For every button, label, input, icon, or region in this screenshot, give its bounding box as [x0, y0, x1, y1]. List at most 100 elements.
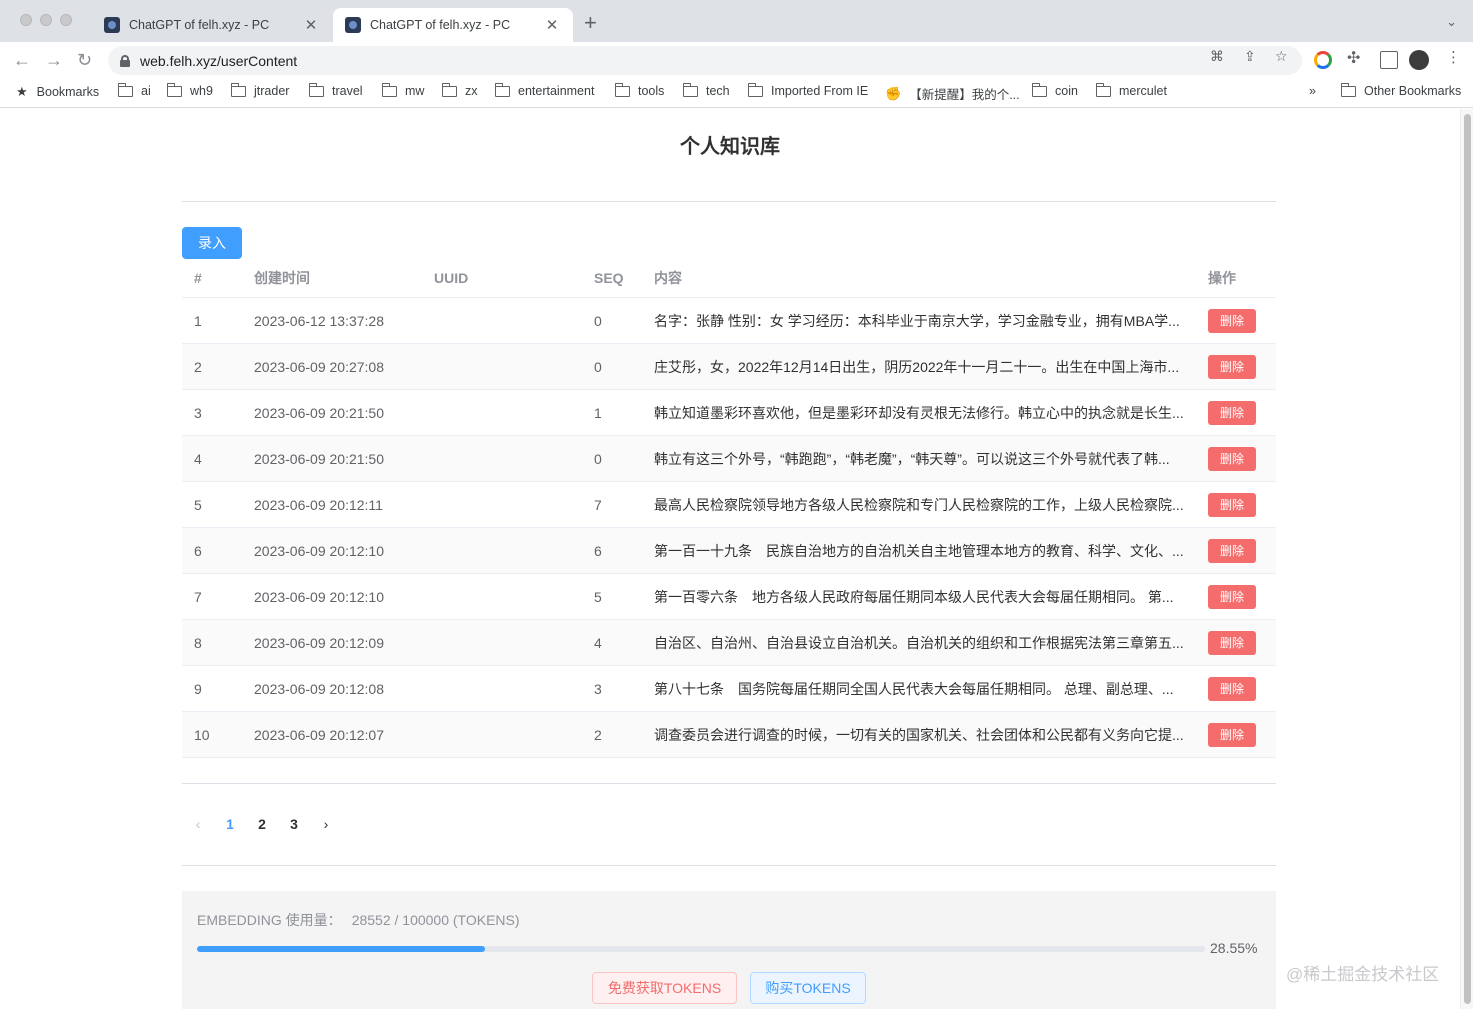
delete-button[interactable]: 删除: [1208, 538, 1256, 563]
page-number-2[interactable]: 2: [246, 816, 278, 832]
next-page-chevron-icon[interactable]: ›: [310, 816, 342, 832]
more-bookmarks-chevron[interactable]: »: [1309, 84, 1316, 98]
delete-button[interactable]: 删除: [1208, 584, 1256, 609]
page-number-1[interactable]: 1: [214, 816, 246, 832]
bookmark-label: Bookmarks: [36, 85, 100, 99]
tab-close-icon[interactable]: ✕: [543, 16, 561, 34]
row-content: 第八十七条 国务院每届任期同全国人民代表大会每届任期相同。 总理、副总理、...: [654, 680, 1174, 697]
tab-close-icon[interactable]: ✕: [302, 16, 320, 34]
other-bookmarks-folder[interactable]: Other Bookmarks: [1340, 82, 1461, 98]
browser-menu-icon[interactable]: ⋮: [1446, 48, 1461, 66]
delete-button[interactable]: 删除: [1208, 354, 1256, 379]
add-entry-button[interactable]: 录入: [182, 227, 242, 259]
star-icon: ★: [16, 84, 28, 99]
window-minimize-button[interactable]: [40, 14, 52, 26]
row-content: 自治区、自治州、自治县设立自治机关。自治机关的组织和工作根据宪法第三章第五...: [654, 634, 1184, 651]
embedding-usage-panel: EMBEDDING 使用量： 28552 / 100000 (TOKENS) 28…: [182, 891, 1276, 1009]
bookmark-folder[interactable]: merculet: [1095, 82, 1167, 98]
forward-arrow-icon[interactable]: →: [45, 49, 63, 71]
row-actions: 删除: [1208, 390, 1268, 435]
folder-icon: [1095, 82, 1111, 97]
browser-tab-bar: ChatGPT of felh.xyz - PC ✕ ChatGPT of fe…: [0, 0, 1473, 42]
browser-tab-2[interactable]: ChatGPT of felh.xyz - PC ✕: [333, 8, 573, 42]
bookmark-star-icon[interactable]: ☆: [1275, 48, 1288, 65]
usage-progress-fill: [197, 946, 485, 952]
tab-title: ChatGPT of felh.xyz - PC: [370, 18, 511, 32]
bookmark-item[interactable]: ✊ 【新提醒】我的个...: [885, 84, 1020, 103]
free-tokens-button[interactable]: 免费获取TOKENS: [592, 972, 737, 1004]
back-arrow-icon[interactable]: ←: [13, 49, 31, 71]
browser-toolbar: ← → ↻ web.felh.xyz/userContent ⌘ ⇪ ☆ ✣ ⋮: [0, 42, 1473, 78]
row-index: 2: [194, 358, 202, 375]
bookmarks-bar: ★ Bookmarks ai wh9 jtrader travel mw zx e…: [0, 78, 1473, 108]
buy-tokens-button[interactable]: 购买TOKENS: [750, 972, 866, 1004]
delete-button[interactable]: 删除: [1208, 676, 1256, 701]
bookmark-folder[interactable]: coin: [1031, 82, 1078, 98]
bookmark-folder[interactable]: tech: [682, 82, 730, 98]
side-panel-icon[interactable]: [1380, 51, 1398, 69]
row-created: 2023-06-09 20:27:08: [254, 358, 384, 375]
row-content: 庄艾彤，女，2022年12月14日出生，阴历2022年十一月二十一。出生在中国上…: [654, 358, 1180, 375]
row-seq: 6: [594, 542, 602, 559]
table-row: 8 2023-06-09 20:12:09 4 自治区、自治州、自治县设立自治机…: [182, 620, 1276, 666]
row-content: 韩立有这三个外号，“韩跑跑”，“韩老魔”，“韩天尊”。可以说这三个外号就代表了韩…: [654, 450, 1170, 467]
bookmark-folder[interactable]: tools: [614, 82, 664, 98]
bookmark-folder[interactable]: mw: [381, 82, 424, 98]
share-icon[interactable]: ⇪: [1244, 48, 1256, 65]
profile-avatar-icon[interactable]: [1409, 50, 1429, 70]
prev-page-chevron-icon[interactable]: ‹: [182, 816, 214, 832]
delete-button[interactable]: 删除: [1208, 400, 1256, 425]
row-actions: 删除: [1208, 482, 1268, 527]
row-uuid: [434, 390, 584, 435]
bookmark-folder[interactable]: entertainment: [494, 82, 594, 98]
address-url: web.felh.xyz/userContent: [140, 52, 298, 69]
folder-icon: [1340, 82, 1356, 97]
page-scrollbar[interactable]: [1460, 109, 1473, 1009]
row-created: 2023-06-09 20:12:07: [254, 726, 384, 743]
bookmark-folder[interactable]: travel: [308, 82, 363, 98]
row-actions: 删除: [1208, 712, 1268, 757]
lock-icon[interactable]: [120, 54, 130, 67]
table-row: 2 2023-06-09 20:27:08 0 庄艾彤，女，2022年12月14…: [182, 344, 1276, 390]
folder-icon: [230, 82, 246, 97]
divider: [182, 201, 1276, 202]
extensions-puzzle-icon[interactable]: ✣: [1347, 48, 1360, 68]
window-close-button[interactable]: [20, 14, 32, 26]
knowledge-table: # 创建时间 UUID SEQ 内容 操作 1 2023-06-12 13:37…: [182, 258, 1276, 758]
bookmark-item[interactable]: ★ Bookmarks: [16, 84, 99, 100]
pagination: ‹ 1 2 3 ›: [182, 811, 342, 837]
row-created: 2023-06-12 13:37:28: [254, 312, 384, 329]
page-number-3[interactable]: 3: [278, 816, 310, 832]
scrollbar-thumb[interactable]: [1464, 114, 1471, 1004]
row-actions: 删除: [1208, 620, 1268, 665]
divider: [182, 865, 1276, 866]
table-row: 3 2023-06-09 20:21:50 1 韩立知道墨彩环喜欢他，但是墨彩环…: [182, 390, 1276, 436]
browser-tab-1[interactable]: ChatGPT of felh.xyz - PC ✕: [92, 8, 332, 42]
delete-button[interactable]: 删除: [1208, 308, 1256, 333]
delete-button[interactable]: 删除: [1208, 630, 1256, 655]
row-uuid: [434, 482, 584, 527]
bookmark-folder[interactable]: jtrader: [230, 82, 289, 98]
bookmark-folder[interactable]: Imported From IE: [747, 82, 868, 98]
delete-button[interactable]: 删除: [1208, 492, 1256, 517]
row-seq: 1: [594, 404, 602, 421]
bookmark-folder[interactable]: zx: [441, 82, 478, 98]
tab-search-chevron-icon[interactable]: ⌄: [1446, 14, 1457, 30]
window-zoom-button[interactable]: [60, 14, 72, 26]
delete-button[interactable]: 删除: [1208, 722, 1256, 747]
translate-icon[interactable]: ⌘: [1210, 48, 1224, 65]
new-tab-button[interactable]: +: [584, 12, 597, 34]
col-content-header: 内容: [654, 269, 682, 286]
bookmark-folder[interactable]: wh9: [166, 82, 213, 98]
color-extension-icon[interactable]: [1314, 51, 1332, 69]
bookmark-folder[interactable]: ai: [117, 82, 151, 98]
row-created: 2023-06-09 20:12:08: [254, 680, 384, 697]
folder-icon: [614, 82, 630, 97]
delete-button[interactable]: 删除: [1208, 446, 1256, 471]
row-index: 9: [194, 680, 202, 697]
reload-icon[interactable]: ↻: [77, 49, 92, 71]
address-bar[interactable]: web.felh.xyz/userContent: [108, 46, 1302, 75]
bookmark-label: zx: [465, 84, 478, 98]
table-row: 7 2023-06-09 20:12:10 5 第一百零六条 地方各级人民政府每…: [182, 574, 1276, 620]
row-content: 第一百一十九条 民族自治地方的自治机关自主地管理本地方的教育、科学、文化、...: [654, 542, 1184, 559]
